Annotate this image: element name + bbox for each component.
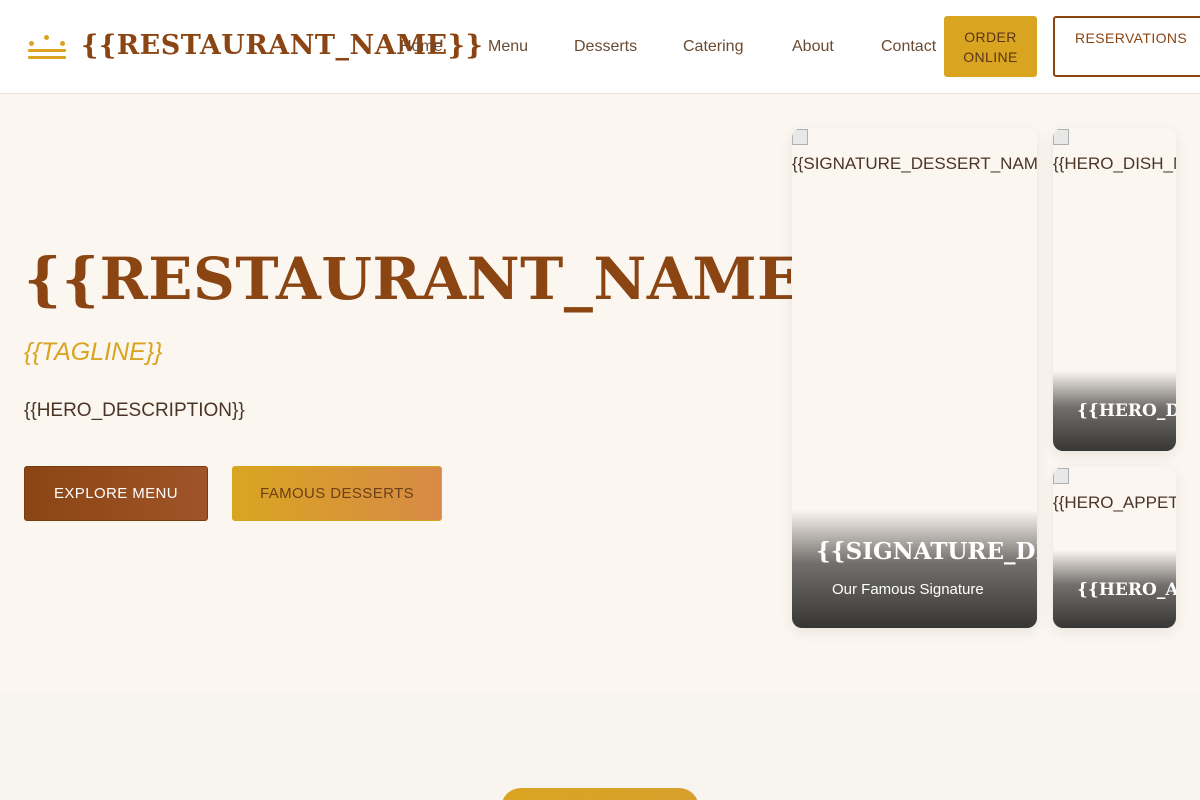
hero-dish-image-alt: {{HERO_DISH_NAME}} — [1053, 154, 1176, 173]
hero-section: {{RESTAURANT_NAME}} {{TAGLINE}} {{HERO_D… — [0, 94, 1200, 692]
signature-dessert-image-alt: {{SIGNATURE_DESSERT_NAME}} — [792, 154, 1037, 173]
card-overlay: {{HERO_APPETIZER_NAME}} — [1053, 550, 1176, 628]
site-header: {{RESTAURANT_NAME}} Home Menu Desserts C… — [0, 0, 1200, 94]
hero-appetizer-title: {{HERO_APPETIZER_NAME}} — [1077, 580, 1176, 600]
section-badge — [501, 788, 699, 800]
card-overlay: {{SIGNATURE_DESSERT_NAME}} Our Famous Si… — [792, 510, 1037, 628]
reservations-button[interactable]: RESERVATIONS — [1053, 16, 1200, 77]
hero-dish-title: {{HERO_DISH_NAME}} — [1077, 401, 1176, 421]
card-overlay: {{HERO_DISH_NAME}} — [1053, 371, 1176, 451]
hero-dish-card[interactable]: {{HERO_DISH_NAME}} {{HERO_DISH_NAME}} — [1053, 128, 1176, 451]
order-online-label: ORDER ONLINE — [963, 28, 1018, 65]
order-online-button[interactable]: ORDER ONLINE — [944, 16, 1037, 77]
hero-dish-image: {{HERO_DISH_NAME}} — [1053, 128, 1176, 176]
crown-icon — [28, 32, 66, 60]
famous-desserts-button[interactable]: FAMOUS DESSERTS — [232, 466, 442, 521]
next-section — [0, 692, 1200, 800]
hero-tagline: {{TAGLINE}} — [24, 338, 163, 366]
hero-appetizer-image-alt: {{HERO_APPETIZER_NAME}} — [1053, 493, 1176, 512]
hero-appetizer-image: {{HERO_APPETIZER_NAME}} — [1053, 467, 1176, 515]
nav-home[interactable]: Home — [400, 35, 443, 59]
signature-dessert-title: {{SIGNATURE_DESSERT_NAME}} — [816, 538, 1037, 565]
signature-dessert-image: {{SIGNATURE_DESSERT_NAME}} — [792, 128, 1037, 176]
nav-contact[interactable]: Contact — [881, 35, 936, 59]
broken-image-icon — [1053, 129, 1069, 145]
signature-dessert-subtitle: Our Famous Signature — [832, 581, 984, 598]
hero-appetizer-card[interactable]: {{HERO_APPETIZER_NAME}} {{HERO_APPETIZER… — [1053, 467, 1176, 628]
reservations-label: RESERVATIONS — [1075, 30, 1188, 46]
nav-menu[interactable]: Menu — [488, 35, 528, 59]
nav-catering[interactable]: Catering — [683, 35, 743, 59]
logo[interactable] — [28, 24, 66, 68]
hero-description: {{HERO_DESCRIPTION}} — [24, 400, 245, 421]
explore-menu-button[interactable]: EXPLORE MENU — [24, 466, 208, 521]
explore-menu-label: EXPLORE MENU — [54, 485, 178, 502]
hero-title: {{RESTAURANT_NAME}} — [24, 245, 878, 313]
nav-about[interactable]: About — [792, 35, 834, 59]
nav-desserts[interactable]: Desserts — [574, 35, 637, 59]
signature-dessert-card[interactable]: {{SIGNATURE_DESSERT_NAME}} {{SIGNATURE_D… — [792, 128, 1037, 628]
broken-image-icon — [1053, 468, 1069, 484]
broken-image-icon — [792, 129, 808, 145]
famous-desserts-label: FAMOUS DESSERTS — [259, 485, 415, 502]
